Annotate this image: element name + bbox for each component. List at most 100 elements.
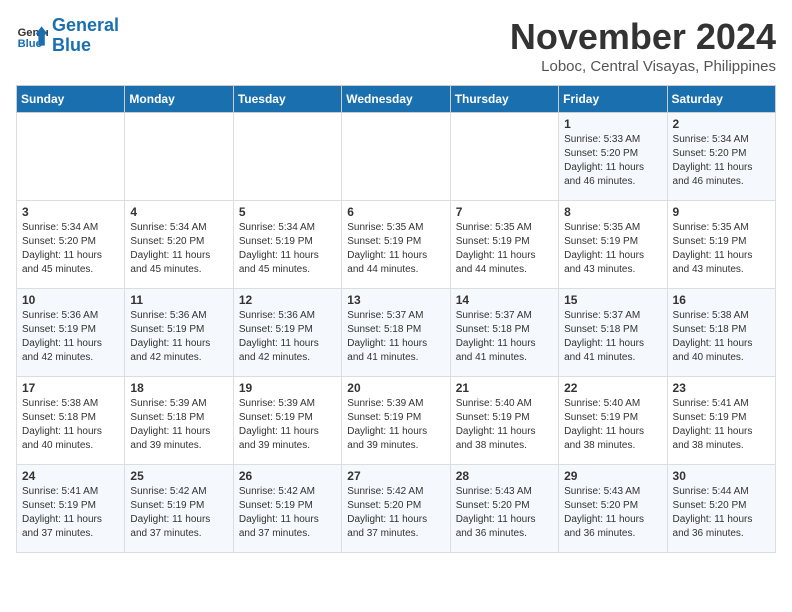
calendar-cell: 7 Sunrise: 5:35 AM Sunset: 5:19 PM Daylig…	[450, 201, 558, 289]
month-year-title: November 2024	[510, 16, 776, 58]
calendar-week-4: 17 Sunrise: 5:38 AM Sunset: 5:18 PM Dayli…	[17, 377, 776, 465]
day-number: 12	[239, 293, 336, 307]
calendar-cell: 13 Sunrise: 5:37 AM Sunset: 5:18 PM Dayli…	[342, 289, 450, 377]
day-info: Sunrise: 5:35 AM Sunset: 5:19 PM Dayligh…	[347, 221, 444, 277]
calendar-cell: 27 Sunrise: 5:42 AM Sunset: 5:20 PM Dayli…	[342, 465, 450, 553]
day-number: 9	[673, 205, 770, 219]
day-info: Sunrise: 5:43 AM Sunset: 5:20 PM Dayligh…	[456, 485, 553, 541]
day-number: 16	[673, 293, 770, 307]
calendar-cell: 2Sunrise: 5:34 AM Sunset: 5:20 PM Daylig…	[667, 113, 775, 201]
calendar-cell: 29 Sunrise: 5:43 AM Sunset: 5:20 PM Dayli…	[559, 465, 667, 553]
day-number: 3	[22, 205, 119, 219]
day-number: 20	[347, 381, 444, 395]
calendar-cell: 14Sunrise: 5:37 AM Sunset: 5:18 PM Dayli…	[450, 289, 558, 377]
calendar-week-2: 3 Sunrise: 5:34 AM Sunset: 5:20 PM Daylig…	[17, 201, 776, 289]
calendar-cell: 25 Sunrise: 5:42 AM Sunset: 5:19 PM Dayli…	[125, 465, 233, 553]
day-info: Sunrise: 5:43 AM Sunset: 5:20 PM Dayligh…	[564, 485, 661, 541]
day-number: 29	[564, 469, 661, 483]
calendar-cell	[233, 113, 341, 201]
weekday-header-monday: Monday	[125, 86, 233, 113]
day-info: Sunrise: 5:36 AM Sunset: 5:19 PM Dayligh…	[22, 309, 119, 365]
calendar-cell: 28 Sunrise: 5:43 AM Sunset: 5:20 PM Dayli…	[450, 465, 558, 553]
calendar-cell: 18 Sunrise: 5:39 AM Sunset: 5:18 PM Dayli…	[125, 377, 233, 465]
day-number: 28	[456, 469, 553, 483]
day-info: Sunrise: 5:36 AM Sunset: 5:19 PM Dayligh…	[239, 309, 336, 365]
day-number: 5	[239, 205, 336, 219]
day-info: Sunrise: 5:34 AM Sunset: 5:19 PM Dayligh…	[239, 221, 336, 277]
calendar-week-1: 1Sunrise: 5:33 AM Sunset: 5:20 PM Daylig…	[17, 113, 776, 201]
calendar-table: SundayMondayTuesdayWednesdayThursdayFrid…	[16, 85, 776, 553]
logo-icon: General Blue	[16, 20, 48, 52]
calendar-cell	[450, 113, 558, 201]
calendar-cell: 10 Sunrise: 5:36 AM Sunset: 5:19 PM Dayli…	[17, 289, 125, 377]
day-number: 4	[130, 205, 227, 219]
day-info: Sunrise: 5:35 AM Sunset: 5:19 PM Dayligh…	[673, 221, 770, 277]
calendar-cell	[125, 113, 233, 201]
calendar-cell: 16 Sunrise: 5:38 AM Sunset: 5:18 PM Dayli…	[667, 289, 775, 377]
calendar-cell: 3 Sunrise: 5:34 AM Sunset: 5:20 PM Daylig…	[17, 201, 125, 289]
day-info: Sunrise: 5:38 AM Sunset: 5:18 PM Dayligh…	[673, 309, 770, 365]
calendar-cell: 11 Sunrise: 5:36 AM Sunset: 5:19 PM Dayli…	[125, 289, 233, 377]
day-number: 18	[130, 381, 227, 395]
day-info: Sunrise: 5:41 AM Sunset: 5:19 PM Dayligh…	[22, 485, 119, 541]
calendar-cell: 22Sunrise: 5:40 AM Sunset: 5:19 PM Dayli…	[559, 377, 667, 465]
weekday-header-sunday: Sunday	[17, 86, 125, 113]
day-info: Sunrise: 5:39 AM Sunset: 5:18 PM Dayligh…	[130, 397, 227, 453]
day-info: Sunrise: 5:42 AM Sunset: 5:20 PM Dayligh…	[347, 485, 444, 541]
day-number: 22	[564, 381, 661, 395]
calendar-cell: 26Sunrise: 5:42 AM Sunset: 5:19 PM Dayli…	[233, 465, 341, 553]
day-info: Sunrise: 5:44 AM Sunset: 5:20 PM Dayligh…	[673, 485, 770, 541]
weekday-header-saturday: Saturday	[667, 86, 775, 113]
day-info: Sunrise: 5:42 AM Sunset: 5:19 PM Dayligh…	[239, 485, 336, 541]
day-number: 25	[130, 469, 227, 483]
day-number: 10	[22, 293, 119, 307]
calendar-cell: 6Sunrise: 5:35 AM Sunset: 5:19 PM Daylig…	[342, 201, 450, 289]
day-info: Sunrise: 5:34 AM Sunset: 5:20 PM Dayligh…	[673, 133, 770, 189]
day-info: Sunrise: 5:38 AM Sunset: 5:18 PM Dayligh…	[22, 397, 119, 453]
calendar-week-3: 10 Sunrise: 5:36 AM Sunset: 5:19 PM Dayli…	[17, 289, 776, 377]
day-number: 27	[347, 469, 444, 483]
day-info: Sunrise: 5:35 AM Sunset: 5:19 PM Dayligh…	[456, 221, 553, 277]
calendar-cell: 19 Sunrise: 5:39 AM Sunset: 5:19 PM Dayli…	[233, 377, 341, 465]
calendar-cell: 23Sunrise: 5:41 AM Sunset: 5:19 PM Dayli…	[667, 377, 775, 465]
page-header: General Blue GeneralBlue November 2024 L…	[16, 16, 776, 75]
calendar-week-5: 24 Sunrise: 5:41 AM Sunset: 5:19 PM Dayli…	[17, 465, 776, 553]
day-number: 15	[564, 293, 661, 307]
calendar-cell: 1Sunrise: 5:33 AM Sunset: 5:20 PM Daylig…	[559, 113, 667, 201]
weekday-header-friday: Friday	[559, 86, 667, 113]
location-subtitle: Loboc, Central Visayas, Philippines	[510, 58, 776, 75]
day-info: Sunrise: 5:37 AM Sunset: 5:18 PM Dayligh…	[347, 309, 444, 365]
calendar-cell: 9 Sunrise: 5:35 AM Sunset: 5:19 PM Daylig…	[667, 201, 775, 289]
day-info: Sunrise: 5:34 AM Sunset: 5:20 PM Dayligh…	[22, 221, 119, 277]
day-info: Sunrise: 5:35 AM Sunset: 5:19 PM Dayligh…	[564, 221, 661, 277]
calendar-cell: 4Sunrise: 5:34 AM Sunset: 5:20 PM Daylig…	[125, 201, 233, 289]
day-info: Sunrise: 5:37 AM Sunset: 5:18 PM Dayligh…	[456, 309, 553, 365]
day-info: Sunrise: 5:36 AM Sunset: 5:19 PM Dayligh…	[130, 309, 227, 365]
weekday-header-thursday: Thursday	[450, 86, 558, 113]
day-number: 19	[239, 381, 336, 395]
day-info: Sunrise: 5:42 AM Sunset: 5:19 PM Dayligh…	[130, 485, 227, 541]
weekday-header-tuesday: Tuesday	[233, 86, 341, 113]
calendar-cell	[342, 113, 450, 201]
day-info: Sunrise: 5:40 AM Sunset: 5:19 PM Dayligh…	[456, 397, 553, 453]
day-number: 23	[673, 381, 770, 395]
calendar-body: 1Sunrise: 5:33 AM Sunset: 5:20 PM Daylig…	[17, 113, 776, 553]
day-number: 17	[22, 381, 119, 395]
day-info: Sunrise: 5:39 AM Sunset: 5:19 PM Dayligh…	[347, 397, 444, 453]
day-number: 8	[564, 205, 661, 219]
calendar-cell: 12 Sunrise: 5:36 AM Sunset: 5:19 PM Dayli…	[233, 289, 341, 377]
day-number: 11	[130, 293, 227, 307]
calendar-cell: 24 Sunrise: 5:41 AM Sunset: 5:19 PM Dayli…	[17, 465, 125, 553]
day-number: 24	[22, 469, 119, 483]
calendar-cell: 5 Sunrise: 5:34 AM Sunset: 5:19 PM Daylig…	[233, 201, 341, 289]
day-number: 7	[456, 205, 553, 219]
title-area: November 2024 Loboc, Central Visayas, Ph…	[510, 16, 776, 75]
calendar-cell: 21Sunrise: 5:40 AM Sunset: 5:19 PM Dayli…	[450, 377, 558, 465]
svg-text:Blue: Blue	[18, 38, 42, 50]
day-info: Sunrise: 5:39 AM Sunset: 5:19 PM Dayligh…	[239, 397, 336, 453]
weekday-header-wednesday: Wednesday	[342, 86, 450, 113]
day-number: 13	[347, 293, 444, 307]
calendar-cell: 15 Sunrise: 5:37 AM Sunset: 5:18 PM Dayli…	[559, 289, 667, 377]
day-info: Sunrise: 5:37 AM Sunset: 5:18 PM Dayligh…	[564, 309, 661, 365]
logo-text: GeneralBlue	[52, 16, 119, 56]
